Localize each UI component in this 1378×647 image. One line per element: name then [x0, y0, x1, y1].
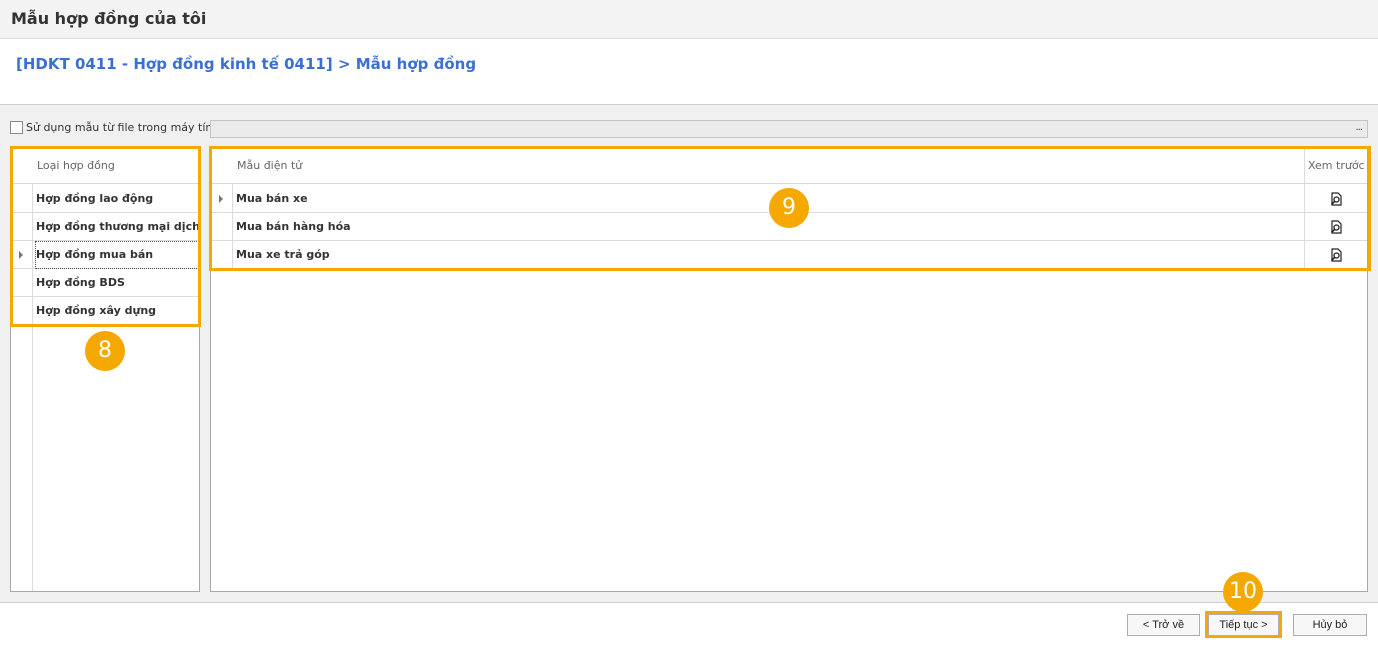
browse-button[interactable]: ...	[1355, 122, 1362, 133]
template-label: Mua bán xe	[236, 192, 308, 205]
contract-type-label: Hợp đồng BDS	[36, 276, 125, 289]
template-name-header[interactable]: Mẫu điện tử	[234, 147, 302, 184]
template-label: Mua xe trả góp	[236, 248, 330, 261]
callout-badge-8: 8	[85, 331, 125, 371]
contract-type-row[interactable]: Hợp đồng BDS	[11, 269, 199, 297]
use-file-checkbox[interactable]	[10, 121, 23, 134]
window-title: Mẫu hợp đồng của tôi	[11, 9, 207, 28]
contract-type-row[interactable]: Hợp đồng xây dựng	[11, 297, 199, 325]
preview-document-icon[interactable]	[1329, 192, 1343, 206]
footer-divider	[0, 602, 1378, 603]
back-button[interactable]: < Trở về	[1127, 614, 1200, 636]
use-file-label: Sử dụng mẫu từ file trong máy tính:	[26, 121, 224, 134]
cancel-button[interactable]: Hủy bỏ	[1293, 614, 1367, 636]
contract-type-label: Hợp đồng xây dựng	[36, 304, 157, 317]
template-row[interactable]: Mua xe trả góp	[211, 241, 1367, 269]
contract-type-row[interactable]: Hợp đồng lao động	[11, 185, 199, 213]
contract-type-row[interactable]: Hợp đồng thương mại dịch ...	[11, 213, 199, 241]
row-indicator-arrow-icon	[19, 251, 23, 259]
preview-header[interactable]: Xem trước	[1305, 147, 1365, 184]
contract-type-row-selected[interactable]: Hợp đồng mua bán	[11, 241, 199, 269]
contract-type-label: Hợp đồng lao động	[36, 192, 154, 205]
preview-document-icon[interactable]	[1329, 220, 1343, 234]
use-file-option[interactable]: Sử dụng mẫu từ file trong máy tính:	[10, 121, 223, 134]
template-header: Mẫu điện tử Xem trước	[211, 147, 1367, 184]
contract-type-label: Hợp đồng thương mại dịch ...	[36, 220, 198, 233]
breadcrumb: [HDKT 0411 - Hợp đồng kinh tế 0411] > Mẫ…	[16, 55, 477, 73]
template-label: Mua bán hàng hóa	[236, 220, 351, 233]
file-path-input[interactable]: ...	[210, 120, 1368, 138]
callout-badge-10: 10	[1223, 572, 1263, 612]
continue-button[interactable]: Tiếp tục >	[1208, 614, 1279, 636]
preview-document-icon[interactable]	[1329, 248, 1343, 262]
contract-type-header-label[interactable]: Loại hợp đồng	[34, 147, 115, 184]
contract-type-header: Loại hợp đồng	[11, 147, 199, 184]
title-bar: Mẫu hợp đồng của tôi	[0, 0, 1378, 39]
row-indicator-arrow-icon	[219, 195, 223, 203]
callout-badge-9: 9	[769, 188, 809, 228]
contract-type-label: Hợp đồng mua bán	[36, 248, 154, 261]
